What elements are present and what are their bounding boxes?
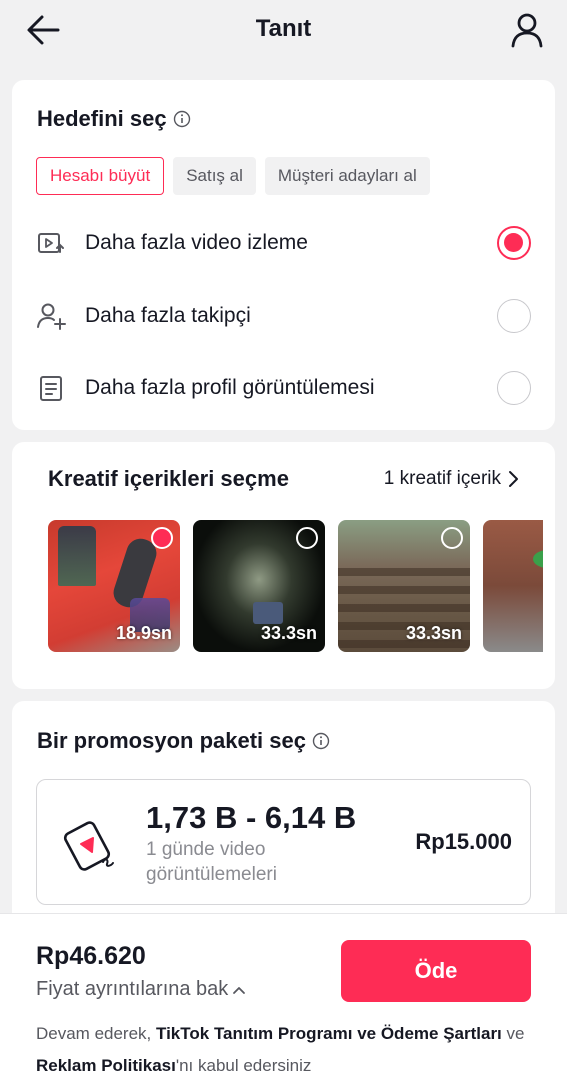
creative-title: Kreatif içerikleri seçme xyxy=(48,466,289,491)
package-price: Rp15.000 xyxy=(415,829,512,854)
terms-link[interactable]: TikTok Tanıtım Programı ve Ödeme Şartlar… xyxy=(156,1024,502,1043)
views-range: 1,73 B - 6,14 B xyxy=(146,800,357,835)
character-figure xyxy=(58,526,96,586)
radio-unselected[interactable] xyxy=(497,299,531,333)
promo-section: Bir promosyon paketi seç 1,73 B - 6,14 B… xyxy=(12,701,555,941)
video-play-icon xyxy=(38,233,64,253)
stair-step xyxy=(338,604,470,612)
creative-section: Kreatif içerikleri seçme 1 kreatif içeri… xyxy=(12,442,555,689)
video-thumbnail[interactable]: 33.3sn xyxy=(193,520,325,652)
stair-step xyxy=(338,586,470,594)
goal-chips: Hesabı büyüt Satış al Müşteri adayları a… xyxy=(36,157,430,195)
video-thumbnail[interactable] xyxy=(483,520,543,652)
video-thumbnail[interactable]: 33.3sn xyxy=(338,520,470,652)
stair-step xyxy=(338,568,470,576)
dashboard-light xyxy=(253,602,283,624)
legal-text-part: Devam ederek, xyxy=(36,1024,156,1043)
promo-title-text: Bir promosyon paketi seç xyxy=(37,728,306,753)
profile-card-icon xyxy=(40,376,62,401)
video-duration: 33.3sn xyxy=(260,623,317,643)
creative-header: Kreatif içerikleri seçme 1 kreatif içeri… xyxy=(48,466,519,492)
chip-get-sales[interactable]: Satış al xyxy=(173,157,256,195)
goal-section: Hedefini seç Hesabı büyüt Satış al Müşte… xyxy=(12,80,555,430)
unselected-circle-icon[interactable] xyxy=(441,527,463,549)
chip-grow-account[interactable]: Hesabı büyüt xyxy=(36,157,165,195)
green-object xyxy=(533,550,543,568)
legal-text-part: ve xyxy=(501,1024,525,1043)
radio-selected[interactable] xyxy=(497,226,531,260)
option-more-followers[interactable]: Daha fazla takipçi xyxy=(36,296,531,336)
legal-text-part: 'nı kabul edersiniz xyxy=(175,1056,312,1075)
info-icon[interactable] xyxy=(173,110,191,128)
legal-text: Devam ederek, TikTok Tanıtım Programı ve… xyxy=(36,1018,537,1080)
option-label: Daha fazla takipçi xyxy=(85,304,251,327)
option-label: Daha fazla video izleme xyxy=(85,231,308,254)
views-description: 1 günde video görüntülemeleri xyxy=(146,839,277,885)
video-thumbnail[interactable]: 18.9sn xyxy=(48,520,180,652)
video-card-icon xyxy=(63,821,114,871)
price-details-toggle[interactable]: Fiyat ayrıntılarına bak xyxy=(36,978,246,1001)
radio-unselected[interactable] xyxy=(497,371,531,405)
creative-count-text: 1 kreatif içerik xyxy=(383,468,501,489)
option-label: Daha fazla profil görüntülemesi xyxy=(85,376,375,399)
creative-count-link[interactable]: 1 kreatif içerik xyxy=(384,468,519,490)
ad-policy-link[interactable]: Reklam Politikası xyxy=(36,1056,176,1075)
profile-icon[interactable] xyxy=(509,12,545,48)
creative-thumbnails: 18.9sn 33.3sn 33.3sn xyxy=(48,520,543,654)
option-more-profile-views[interactable]: Daha fazla profil görüntülemesi xyxy=(36,368,531,408)
video-duration: 18.9sn xyxy=(115,623,172,643)
top-bar: Tanıt xyxy=(0,0,567,64)
price-details-text: Fiyat ayrıntılarına bak xyxy=(36,978,229,1000)
promo-package-option[interactable]: 1,73 B - 6,14 B 1 günde video görüntülem… xyxy=(36,779,531,905)
video-duration: 33.3sn xyxy=(405,623,462,643)
chevron-up-icon xyxy=(233,986,246,994)
add-follower-icon xyxy=(37,303,66,330)
selected-check-icon[interactable] xyxy=(151,527,173,549)
pay-button[interactable]: Öde xyxy=(341,940,531,1002)
page-title: Tanıt xyxy=(255,15,312,42)
chevron-right-icon xyxy=(509,471,518,487)
total-price: Rp46.620 xyxy=(36,942,146,970)
info-icon[interactable] xyxy=(312,732,330,750)
payment-footer: Rp46.620 Fiyat ayrıntılarına bak Öde Dev… xyxy=(0,913,567,1080)
goal-title: Hedefini seç xyxy=(37,106,191,132)
goal-title-text: Hedefini seç xyxy=(37,106,167,131)
unselected-circle-icon[interactable] xyxy=(296,527,318,549)
promo-title: Bir promosyon paketi seç xyxy=(37,728,330,754)
chip-get-leads[interactable]: Müşteri adayları al xyxy=(264,157,430,195)
option-more-video-views[interactable]: Daha fazla video izleme xyxy=(36,223,531,263)
